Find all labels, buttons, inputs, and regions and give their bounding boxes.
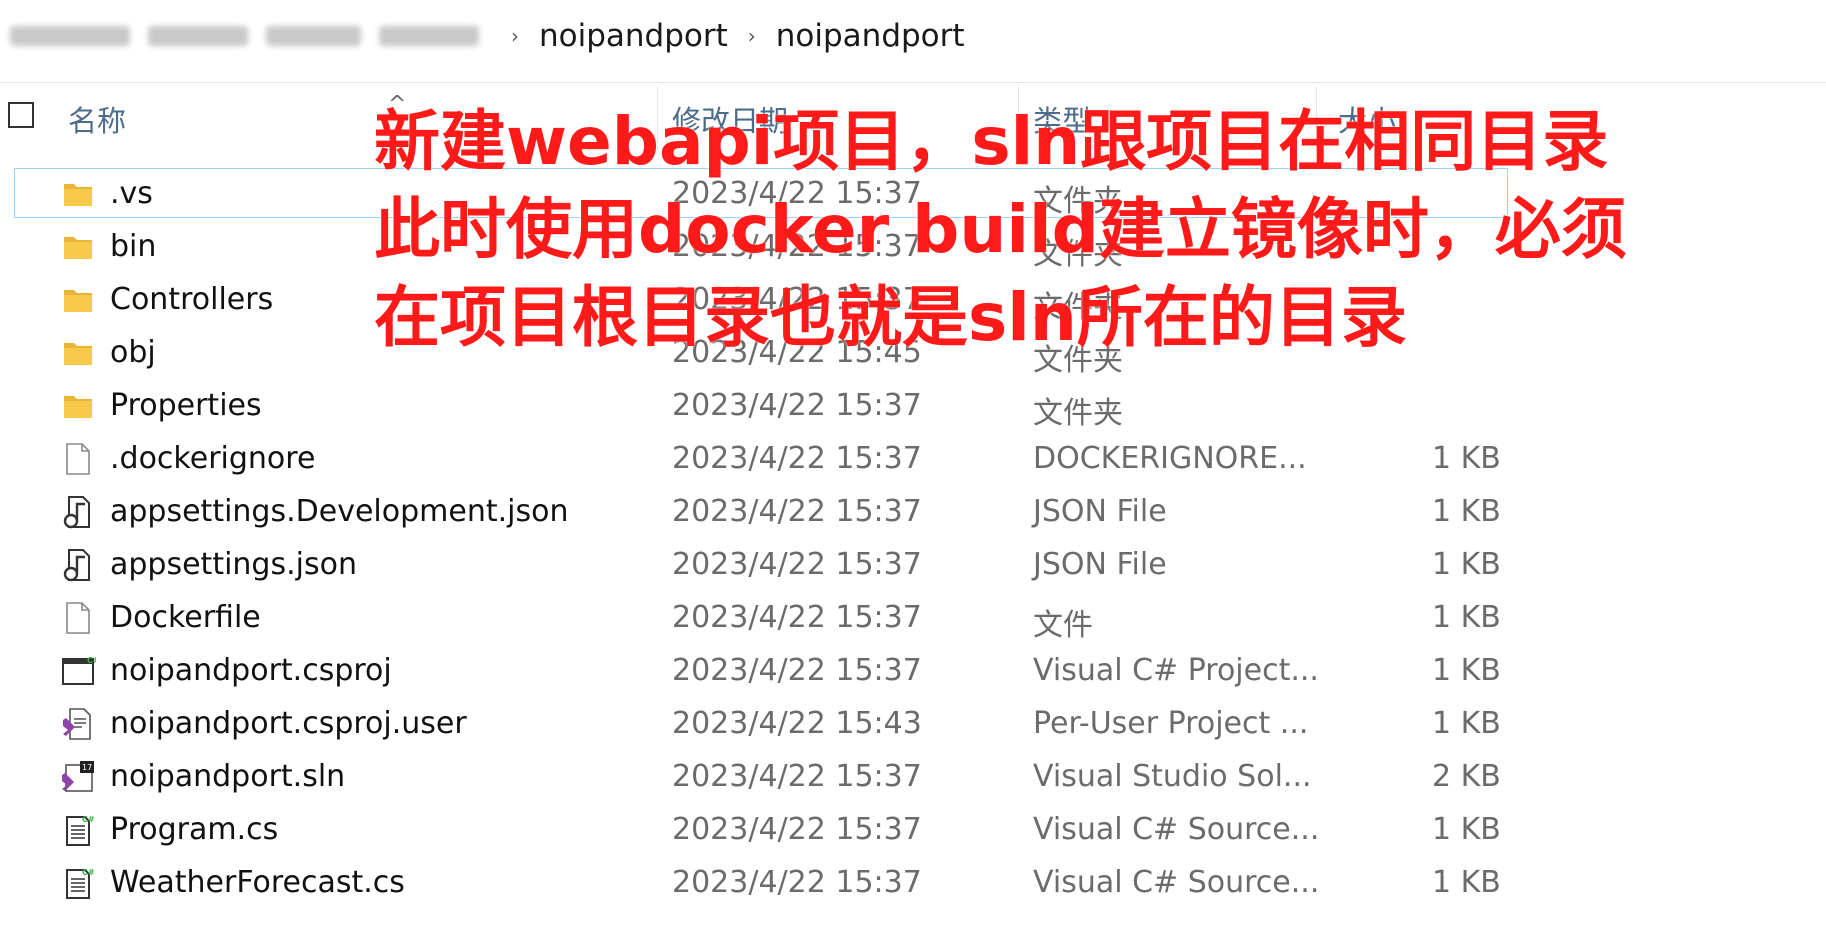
file-date: 2023/4/22 15:37 — [672, 600, 922, 635]
file-row[interactable]: noipandport.csproj.user 2023/4/22 15:43 Pe… — [0, 698, 1826, 751]
file-date: 2023/4/22 15:37 — [672, 653, 922, 688]
svg-text:C#: C# — [82, 815, 95, 824]
file-date: 2023/4/22 15:37 — [672, 494, 922, 529]
file-name: Program.cs — [110, 812, 279, 847]
folder-icon — [60, 335, 96, 371]
annotation-line: 新建webapi项目，sln跟项目在相同目录 — [374, 103, 1609, 180]
file-date: 2023/4/22 15:37 — [672, 812, 922, 847]
file-name: WeatherForecast.cs — [110, 865, 405, 900]
file-name: Properties — [110, 388, 262, 423]
file-date: 2023/4/22 15:37 — [672, 388, 922, 423]
annotation-line: 在项目根目录也就是sln所在的目录 — [374, 279, 1407, 356]
blank-file-icon — [60, 600, 96, 636]
breadcrumb-segment-parent[interactable]: noipandport — [533, 18, 734, 54]
address-breadcrumb: › noipandport › noipandport — [0, 0, 1826, 72]
select-all-checkbox[interactable] — [8, 102, 34, 128]
file-name: bin — [110, 229, 157, 264]
file-type: Visual C# Project... — [1033, 653, 1319, 688]
file-type: Visual Studio Sol... — [1033, 759, 1312, 794]
file-row[interactable]: appsettings.Development.json 2023/4/22 15… — [0, 486, 1826, 539]
file-name: obj — [110, 335, 156, 370]
file-date: 2023/4/22 15:37 — [672, 547, 922, 582]
file-row[interactable]: C# WeatherForecast.cs 2023/4/22 15:37 Visua… — [0, 857, 1826, 910]
file-row[interactable]: Properties 2023/4/22 15:37 文件夹 — [0, 380, 1826, 433]
svg-text:C#: C# — [82, 868, 95, 877]
file-row[interactable]: C# Program.cs 2023/4/22 15:37 Visual C# Sou… — [0, 804, 1826, 857]
file-row[interactable]: 17 noipandport.sln 2023/4/22 15:37 Visual S… — [0, 751, 1826, 804]
csproj-file-icon: C# — [60, 653, 100, 689]
file-name: .dockerignore — [110, 441, 316, 476]
file-type: Visual C# Source... — [1033, 812, 1320, 847]
file-size: 2 KB — [1432, 759, 1501, 794]
folder-icon — [60, 176, 96, 212]
toolbar-divider — [0, 82, 1826, 83]
file-type: JSON File — [1033, 494, 1167, 529]
blurred-breadcrumb-segment — [379, 26, 479, 46]
file-type: Per-User Project ... — [1033, 706, 1309, 741]
cs-source-file-icon: C# — [60, 865, 96, 901]
file-row[interactable]: Dockerfile 2023/4/22 15:37 文件 1 KB — [0, 592, 1826, 645]
file-name: noipandport.sln — [110, 759, 346, 794]
blurred-breadcrumb-segment — [10, 26, 130, 46]
file-date: 2023/4/22 15:37 — [672, 865, 922, 900]
vs-solution-file-icon: 17 — [60, 759, 96, 795]
file-type: DOCKERIGNORE... — [1033, 441, 1307, 476]
file-size: 1 KB — [1432, 653, 1501, 688]
file-size: 1 KB — [1432, 441, 1501, 476]
file-row[interactable]: .dockerignore 2023/4/22 15:37 DOCKERIGNORE… — [0, 433, 1826, 486]
file-date: 2023/4/22 15:37 — [672, 759, 922, 794]
file-name: noipandport.csproj — [110, 653, 392, 688]
svg-text:C#: C# — [87, 656, 96, 665]
vs-user-file-icon — [60, 706, 96, 742]
file-date: 2023/4/22 15:37 — [672, 441, 922, 476]
header-name-label: 名称 — [68, 104, 127, 138]
header-name[interactable]: 名称 ^ — [68, 92, 406, 140]
file-name: appsettings.json — [110, 547, 357, 582]
file-type: 文件夹 — [1033, 396, 1123, 431]
file-name: appsettings.Development.json — [110, 494, 569, 529]
file-size: 1 KB — [1432, 865, 1501, 900]
file-date: 2023/4/22 15:43 — [672, 706, 922, 741]
file-row[interactable]: appsettings.json 2023/4/22 15:37 JSON File… — [0, 539, 1826, 592]
file-name: Dockerfile — [110, 600, 261, 635]
breadcrumb-segment-current[interactable]: noipandport — [770, 18, 971, 54]
blurred-breadcrumb-segment — [148, 26, 248, 46]
file-type: 文件 — [1033, 608, 1093, 643]
file-size: 1 KB — [1432, 547, 1501, 582]
file-type: JSON File — [1033, 547, 1167, 582]
folder-icon — [60, 388, 96, 424]
file-size: 1 KB — [1432, 706, 1501, 741]
json-file-icon — [60, 494, 96, 530]
file-name: .vs — [110, 176, 153, 211]
file-row[interactable]: C# noipandport.csproj 2023/4/22 15:37 Visua… — [0, 645, 1826, 698]
file-type: Visual C# Source... — [1033, 865, 1320, 900]
file-size: 1 KB — [1432, 494, 1501, 529]
cs-source-file-icon: C# — [60, 812, 96, 848]
folder-icon — [60, 282, 96, 318]
file-size: 1 KB — [1432, 812, 1501, 847]
blank-file-icon — [60, 441, 96, 477]
breadcrumb-chevron-icon: › — [511, 24, 519, 48]
annotation-overlay: 新建webapi项目，sln跟项目在相同目录 此时使用docker build建… — [374, 98, 1627, 362]
file-size: 1 KB — [1432, 600, 1501, 635]
folder-icon — [60, 229, 96, 265]
breadcrumb-chevron-icon[interactable]: › — [734, 24, 770, 48]
file-name: noipandport.csproj.user — [110, 706, 467, 741]
blurred-breadcrumb-segment — [266, 26, 361, 46]
annotation-line: 此时使用docker build建立镜像时，必须 — [374, 191, 1627, 268]
file-name: Controllers — [110, 282, 274, 317]
json-file-icon — [60, 547, 96, 583]
svg-text:17: 17 — [82, 763, 92, 772]
